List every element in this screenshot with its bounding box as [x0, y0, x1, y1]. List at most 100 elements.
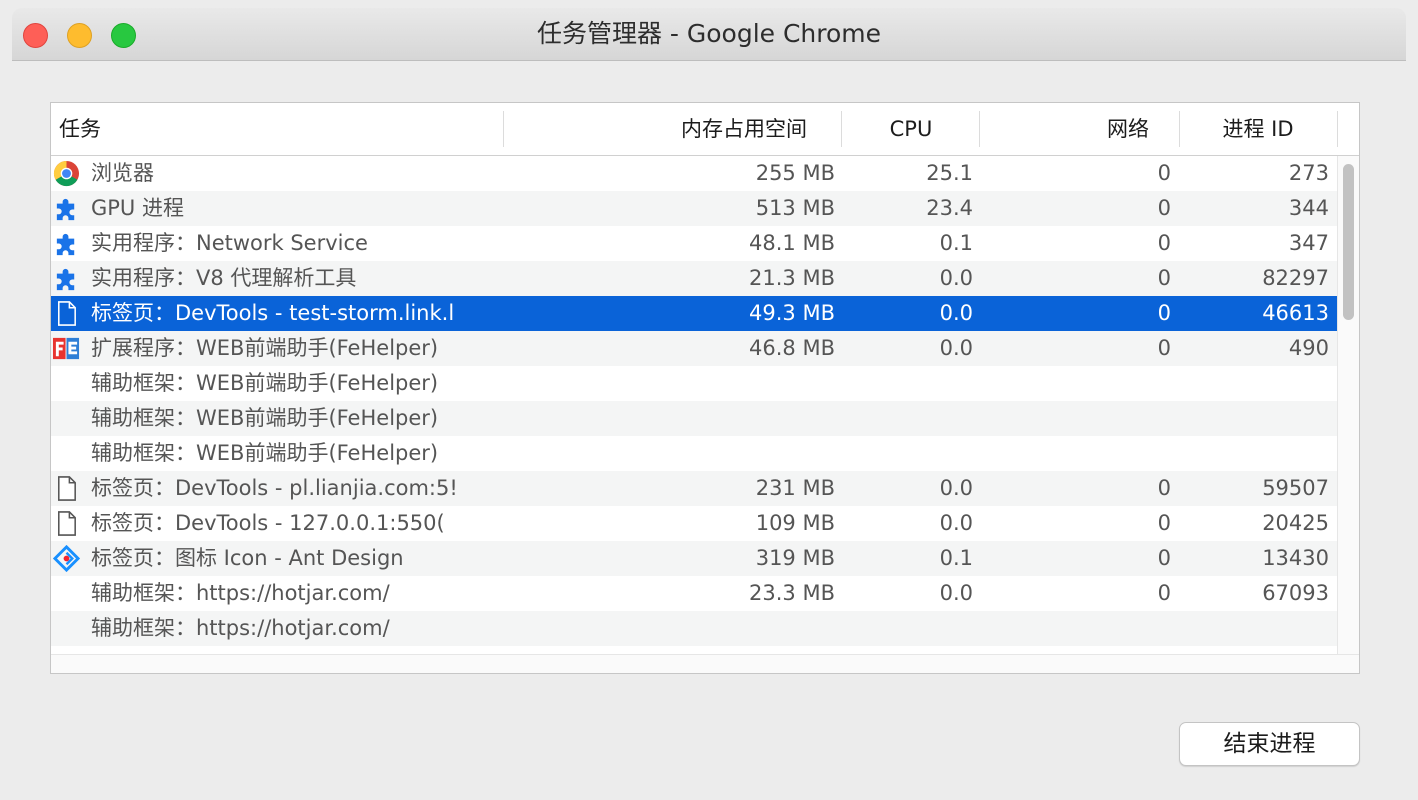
task-name: 辅助框架：WEB前端助手(FeHelper): [91, 371, 439, 395]
network-value: 0: [1157, 476, 1171, 500]
process-id-value: 344: [1288, 196, 1329, 220]
cpu-value: 0.0: [939, 476, 973, 500]
cpu-value: [835, 366, 973, 401]
table-row[interactable]: 辅助框架：WEB前端助手(FeHelper): [51, 401, 1337, 436]
process-id-value: 67093: [1262, 581, 1329, 605]
memory-value: [503, 401, 835, 436]
cpu-value: 0.1: [939, 231, 973, 255]
fe-helper-icon: [53, 335, 80, 362]
process-id-value: 490: [1288, 336, 1329, 360]
chrome-icon: [53, 160, 80, 187]
process-id-value: 20425: [1262, 511, 1329, 535]
scrollbar-thumb[interactable]: [1343, 164, 1354, 320]
cpu-value: [835, 401, 973, 436]
process-id-value: [1171, 401, 1329, 436]
table-row[interactable]: 标签页：DevTools - pl.lianjia.com:5! 231 MB 0.…: [51, 471, 1337, 506]
process-id-value: [1171, 436, 1329, 471]
network-value: 0: [1157, 581, 1171, 605]
puzzle-icon: [53, 195, 80, 222]
memory-value: 231 MB: [755, 476, 835, 500]
cpu-value: 0.0: [939, 336, 973, 360]
table-row[interactable]: GPU 进程 513 MB 23.4 0 344: [51, 191, 1337, 226]
window-title: 任务管理器 - Google Chrome: [536, 19, 882, 48]
cpu-value: 25.1: [926, 161, 973, 185]
network-value: 0: [1157, 231, 1171, 255]
cpu-value: 0.0: [939, 511, 973, 535]
cpu-value: 0.0: [939, 581, 973, 605]
memory-value: 21.3 MB: [749, 266, 835, 290]
cpu-value: 23.4: [926, 196, 973, 220]
task-name: 标签页：DevTools - 127.0.0.1:550(: [91, 511, 445, 535]
task-name: 实用程序：Network Service: [91, 231, 368, 255]
process-id-value: 59507: [1262, 476, 1329, 500]
table-row[interactable]: 浏览器 255 MB 25.1 0 273: [51, 156, 1337, 191]
table-row[interactable]: 标签页：DevTools - 127.0.0.1:550(109 MB 0.0 0 2…: [51, 506, 1337, 541]
task-name: 标签页：DevTools - test-storm.link.l: [91, 301, 455, 325]
network-value: [973, 611, 1171, 646]
network-value: 0: [1157, 546, 1171, 570]
column-header-pid[interactable]: 进程 ID: [1179, 103, 1337, 155]
network-value: 0: [1157, 301, 1171, 325]
table-row[interactable]: 实用程序：V8 代理解析工具 21.3 MB 0.0 0 82297: [51, 261, 1337, 296]
process-id-value: 13430: [1262, 546, 1329, 570]
horizontal-scrollbar[interactable]: [51, 654, 1359, 673]
column-header-cpu[interactable]: CPU: [841, 103, 981, 155]
title-bar[interactable]: 任务管理器 - Google Chrome: [12, 8, 1406, 61]
task-name: GPU 进程: [91, 196, 184, 220]
memory-value: 48.1 MB: [749, 231, 835, 255]
process-id-value: 82297: [1262, 266, 1329, 290]
process-id-value: [1171, 611, 1329, 646]
table-row[interactable]: 标签页：图标 Icon - Ant Design 319 MB 0.1 0 13430: [51, 541, 1337, 576]
column-divider: [1337, 111, 1338, 147]
memory-value: 49.3 MB: [749, 301, 835, 325]
table-row[interactable]: 辅助框架：WEB前端助手(FeHelper): [51, 436, 1337, 471]
task-name: 辅助框架：https://hotjar.com/: [91, 581, 390, 605]
cpu-value: [835, 611, 973, 646]
task-table: 任务 内存占用空间 CPU 网络 进程 ID 浏览器 255 MB 25.1 0 273…: [50, 102, 1360, 674]
table-row[interactable]: 辅助框架：https://hotjar.com/23.3 MB 0.0 0 67093: [51, 576, 1337, 611]
task-name: 辅助框架：https://hotjar.com/: [91, 616, 390, 640]
memory-value: [503, 366, 835, 401]
process-id-value: 273: [1288, 161, 1329, 185]
task-name: 辅助框架：WEB前端助手(FeHelper): [91, 441, 439, 465]
task-name: 扩展程序：WEB前端助手(FeHelper): [91, 336, 439, 360]
task-rows: 浏览器 255 MB 25.1 0 273 GPU 进程 513 MB 23.4 0 344 实…: [51, 156, 1337, 654]
column-header-memory[interactable]: 内存占用空间: [503, 103, 835, 155]
table-row[interactable]: 实用程序：Network Service 48.1 MB 0.1 0 347: [51, 226, 1337, 261]
network-value: 0: [1157, 161, 1171, 185]
vertical-scrollbar[interactable]: [1337, 156, 1359, 654]
task-name: 标签页：图标 Icon - Ant Design: [91, 546, 404, 570]
table-row[interactable]: 辅助框架：WEB前端助手(FeHelper): [51, 366, 1337, 401]
memory-value: 255 MB: [755, 161, 835, 185]
page-icon: [53, 300, 80, 327]
page-icon: [53, 510, 80, 537]
puzzle-icon: [53, 265, 80, 292]
table-row[interactable]: 辅助框架：https://hotjar.com/: [51, 611, 1337, 646]
network-value: [973, 401, 1171, 436]
memory-value: 23.3 MB: [749, 581, 835, 605]
network-value: 0: [1157, 266, 1171, 290]
table-row[interactable]: 扩展程序：WEB前端助手(FeHelper) 46.8 MB 0.0 0 490: [51, 331, 1337, 366]
network-value: [973, 436, 1171, 471]
task-name: 实用程序：V8 代理解析工具: [91, 266, 357, 290]
memory-value: [503, 611, 835, 646]
network-value: [973, 366, 1171, 401]
memory-value: 513 MB: [755, 196, 835, 220]
column-header-task[interactable]: 任务: [51, 103, 503, 155]
cpu-value: 0.0: [939, 266, 973, 290]
network-value: 0: [1157, 336, 1171, 360]
ant-design-icon: [52, 544, 81, 573]
page-icon: [53, 475, 80, 502]
task-manager-window: 任务管理器 - Google Chrome 任务 内存占用空间 CPU 网络 进…: [12, 8, 1406, 800]
cpu-value: 0.1: [939, 546, 973, 570]
end-process-button[interactable]: 结束进程: [1179, 722, 1360, 766]
memory-value: 46.8 MB: [749, 336, 835, 360]
process-id-value: [1171, 366, 1329, 401]
task-name: 浏览器: [91, 161, 154, 185]
table-row[interactable]: 标签页：DevTools - test-storm.link.l 49.3 MB 0…: [51, 296, 1337, 331]
process-id-value: 347: [1288, 231, 1329, 255]
cpu-value: 0.0: [939, 301, 973, 325]
column-header-network[interactable]: 网络: [979, 103, 1175, 155]
network-value: 0: [1157, 196, 1171, 220]
process-id-value: 46613: [1262, 301, 1329, 325]
